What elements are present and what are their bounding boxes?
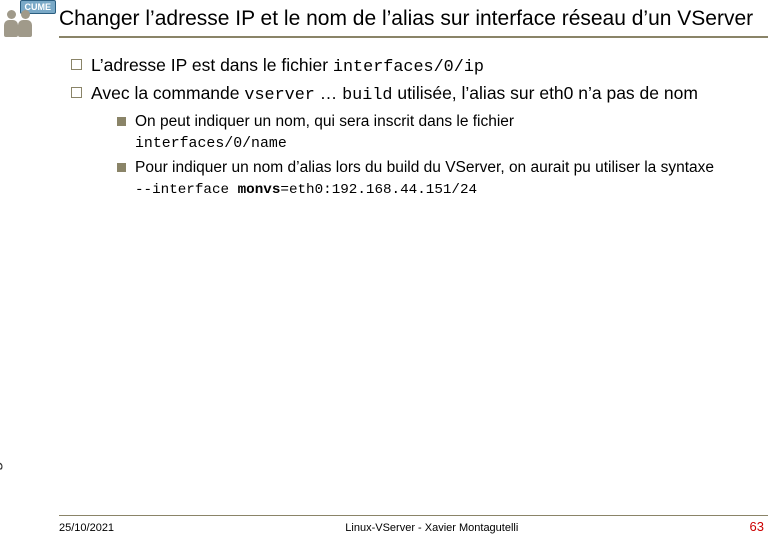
person-icon <box>18 10 32 37</box>
bullet-text: L’adresse IP est dans le fichier interfa… <box>91 54 768 80</box>
title-rule <box>59 36 768 38</box>
sidebar-label: Stage CUME Virtualisation <box>0 290 4 496</box>
person-icon <box>4 10 18 37</box>
sub-bullet-item: On peut indiquer un nom, qui sera inscri… <box>117 112 768 154</box>
sub-bullet-item: Pour indiquer un nom d’alias lors du bui… <box>117 158 768 200</box>
sub-bullet-text: On peut indiquer un nom, qui sera inscri… <box>135 112 768 154</box>
bullet-item: L’adresse IP est dans le fichier interfa… <box>61 54 768 80</box>
square-open-icon <box>71 59 82 70</box>
square-open-icon <box>71 87 82 98</box>
slide-body: Changer l’adresse IP et le nom de l’alia… <box>59 6 768 512</box>
footer: 25/10/2021 Linux-VServer - Xavier Montag… <box>59 515 768 534</box>
title-block: Changer l’adresse IP et le nom de l’alia… <box>59 6 768 38</box>
logo-cume: CUME <box>0 0 58 40</box>
footer-title: Linux-VServer - Xavier Montagutelli <box>114 522 749 534</box>
sub-bullet-text: Pour indiquer un nom d’alias lors du bui… <box>135 158 768 200</box>
bullet-item: Avec la commande vserver … build utilisé… <box>61 82 768 108</box>
square-fill-icon <box>117 163 126 172</box>
square-fill-icon <box>117 117 126 126</box>
page-title: Changer l’adresse IP et le nom de l’alia… <box>59 6 768 32</box>
footer-rule <box>59 515 768 516</box>
page-number: 63 <box>750 519 768 534</box>
content-area: L’adresse IP est dans le fichier interfa… <box>59 44 768 200</box>
bullet-text: Avec la commande vserver … build utilisé… <box>91 82 768 108</box>
footer-date: 25/10/2021 <box>59 522 114 534</box>
